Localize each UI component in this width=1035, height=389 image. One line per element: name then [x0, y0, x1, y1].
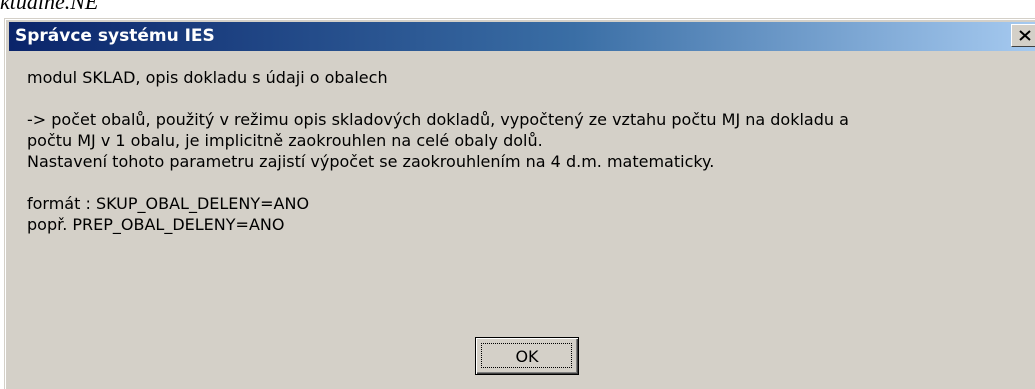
dialog-message: modul SKLAD, opis dokladu s údaji o obal… — [27, 67, 1027, 235]
ok-button[interactable]: OK — [475, 337, 579, 375]
message-dialog: Správce systému IES modul SKLAD, opis do… — [4, 18, 1035, 389]
dialog-title: Správce systému IES — [15, 26, 215, 46]
message-line: -> počet obalů, použitý v režimu opis sk… — [27, 110, 849, 129]
message-line: Nastavení tohoto parametru zajistí výpoč… — [27, 152, 715, 171]
message-line: počtu MJ v 1 obalu, je implicitně zaokro… — [27, 131, 543, 150]
dialog-titlebar[interactable]: Správce systému IES — [9, 22, 1035, 51]
document-text-fragment: ktualne.NE — [0, 0, 99, 14]
message-spacer — [27, 172, 1027, 193]
message-spacer — [27, 88, 1027, 109]
ok-button-label: OK — [515, 346, 539, 366]
message-line: popř. PREP_OBAL_DELENY=ANO — [27, 215, 285, 234]
message-line: formát : SKUP_OBAL_DELENY=ANO — [27, 194, 310, 213]
message-line: modul SKLAD, opis dokladu s údaji o obal… — [27, 68, 388, 87]
close-icon — [1019, 30, 1031, 41]
close-button[interactable] — [1011, 24, 1035, 47]
